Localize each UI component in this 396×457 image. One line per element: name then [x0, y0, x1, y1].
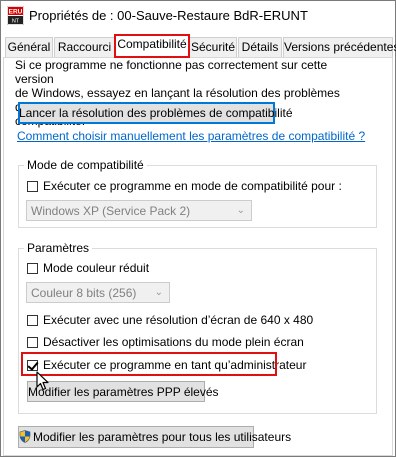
tab-security[interactable]: Sécurité — [189, 37, 237, 57]
run-admin-checkbox[interactable] — [27, 359, 38, 371]
compat-os-select[interactable]: Windows XP (Service Pack 2) ⌄ — [26, 200, 252, 221]
fullscreen-opt-checkbox[interactable] — [27, 336, 38, 348]
tab-details[interactable]: Détails — [238, 37, 282, 57]
eru-app-icon: ERU NT — [7, 6, 24, 25]
settings-title: Paramètres — [24, 241, 93, 255]
compat-mode-checkbox[interactable] — [27, 180, 38, 192]
run-troubleshooter-button[interactable]: Lancer la résolution des problèmes de co… — [18, 102, 293, 124]
compat-os-value: Windows XP (Service Pack 2) — [31, 204, 191, 218]
fullscreen-opt-label: Désactiver les optimisations du mode ple… — [43, 335, 304, 349]
high-dpi-button[interactable]: Modifier les paramètres PPP élevés — [27, 381, 219, 402]
chevron-down-icon: ⌄ — [236, 205, 245, 216]
intro-line-1: Si ce programme ne fonctionne pas correc… — [15, 58, 328, 86]
properties-window: ERU NT Propriétés de : 00-Sauve-Restaure… — [0, 0, 396, 457]
fullscreen-opt-row[interactable]: Désactiver les optimisations du mode ple… — [27, 335, 304, 349]
tab-bar: Général Raccourci Compatibilité Sécurité… — [1, 34, 396, 58]
compat-mode-label: Exécuter ce programme en mode de compati… — [43, 179, 342, 193]
all-users-button[interactable]: Modifier les paramètres pour tous les ut… — [18, 426, 291, 448]
all-users-label: Modifier les paramètres pour tous les ut… — [33, 430, 292, 444]
res-640-row[interactable]: Exécuter avec une résolution d’écran de … — [27, 313, 313, 327]
res-640-checkbox[interactable] — [27, 314, 38, 326]
svg-text:ERU: ERU — [9, 9, 23, 16]
reduced-color-checkbox[interactable] — [27, 262, 38, 274]
tab-shortcut[interactable]: Raccourci — [54, 37, 115, 57]
reduced-color-row[interactable]: Mode couleur réduit — [27, 261, 149, 275]
window-title: Propriétés de : 00-Sauve-Restaure BdR-ER… — [29, 8, 308, 23]
mouse-pointer-icon — [36, 371, 49, 391]
manual-settings-link[interactable]: Comment choisir manuellement les paramèt… — [17, 129, 365, 143]
tab-compatibility[interactable]: Compatibilité — [115, 34, 189, 58]
tab-previous-versions[interactable]: Versions précédentes — [283, 37, 396, 57]
res-640-label: Exécuter avec une résolution d’écran de … — [43, 313, 314, 327]
compat-mode-title: Mode de compatibilité — [24, 158, 147, 172]
compat-mode-row[interactable]: Exécuter ce programme en mode de compati… — [27, 179, 342, 193]
color-depth-select[interactable]: Couleur 8 bits (256) ⌄ — [26, 282, 170, 303]
svg-text:NT: NT — [12, 19, 20, 25]
tab-general[interactable]: Général — [5, 37, 53, 57]
chevron-down-icon: ⌄ — [154, 287, 163, 298]
color-depth-value: Couleur 8 bits (256) — [31, 286, 137, 300]
uac-shield-icon — [19, 430, 31, 443]
run-admin-label: Exécuter ce programme en tant qu’adminis… — [43, 358, 307, 372]
reduced-color-label: Mode couleur réduit — [43, 261, 150, 275]
run-admin-row[interactable]: Exécuter ce programme en tant qu’adminis… — [27, 358, 306, 372]
title-bar: ERU NT Propriétés de : 00-Sauve-Restaure… — [1, 1, 395, 31]
